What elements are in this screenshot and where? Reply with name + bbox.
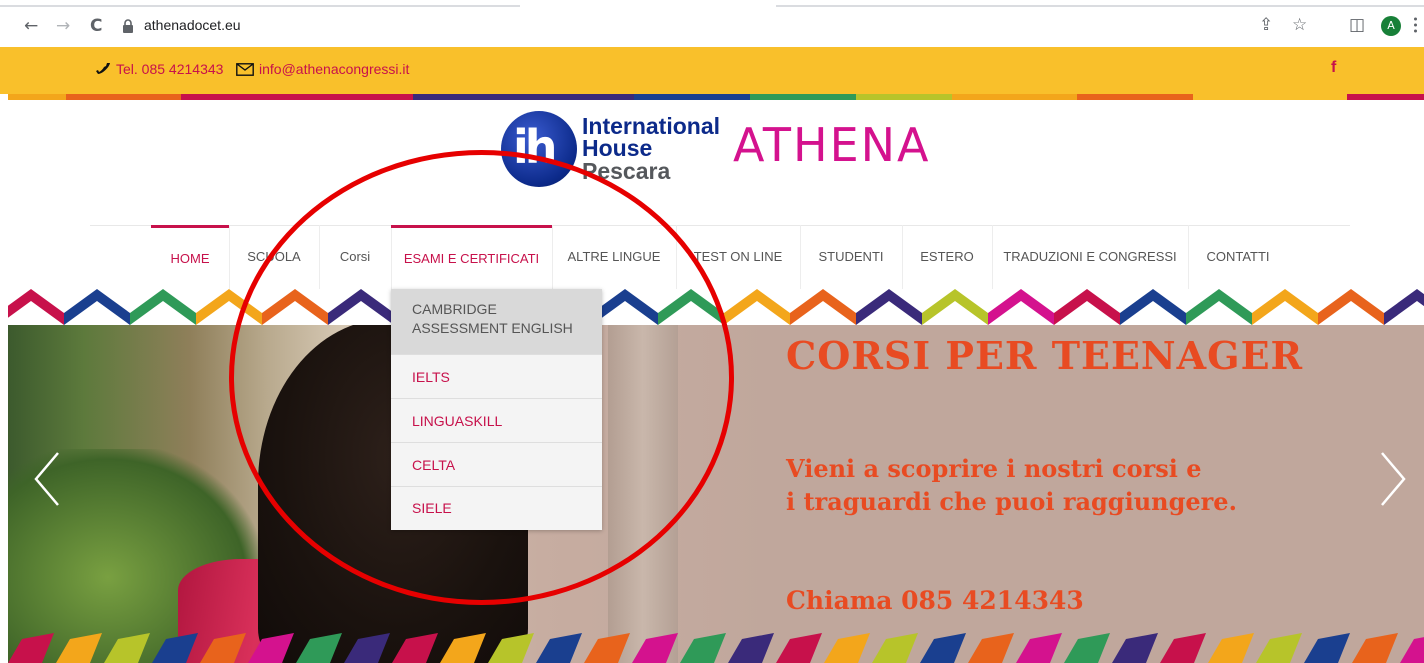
facebook-icon[interactable]: f — [1331, 59, 1336, 77]
flag-segment — [728, 633, 774, 663]
nav-estero[interactable]: ESTERO — [902, 225, 992, 289]
flag-segment — [872, 633, 918, 663]
flag-segment — [1112, 633, 1158, 663]
email-link[interactable]: info@athenacongressi.it — [236, 61, 409, 77]
color-stripes — [8, 94, 1424, 100]
logo-line-3: Pescara — [582, 158, 671, 184]
url-text: athenadocet.eu — [144, 17, 241, 33]
flag-segment — [968, 633, 1014, 663]
phone-link[interactable]: Tel. 085 4214343 — [96, 61, 223, 77]
hero-subtitle-line-1: Vieni a scoprire i nostri corsi e — [786, 454, 1202, 483]
share-icon[interactable]: ⇪ — [1259, 15, 1273, 35]
flag-segment — [1400, 637, 1424, 663]
nav-home[interactable]: HOME — [151, 225, 229, 289]
nav-contatti[interactable]: CONTATTI — [1188, 225, 1288, 289]
menu-kebab-icon[interactable] — [1414, 16, 1417, 34]
dropdown-item-label: ASSESSMENT ENGLISH — [412, 320, 573, 336]
browser-toolbar: ← → C athenadocet.eu ⇪ ☆ ◫ A — [0, 0, 1424, 46]
flag-segment — [1208, 633, 1254, 663]
flag-segment — [632, 633, 678, 663]
flag-segment — [248, 633, 294, 663]
nav-corsi[interactable]: Corsi — [319, 225, 391, 289]
flag-segment — [296, 633, 342, 663]
flag-segment — [152, 633, 198, 663]
slider-next-arrow-icon[interactable] — [1378, 451, 1408, 507]
bookmark-star-icon[interactable]: ☆ — [1292, 15, 1307, 35]
mail-icon — [236, 63, 254, 76]
address-bar[interactable]: athenadocet.eu — [122, 16, 422, 38]
back-icon[interactable]: ← — [24, 16, 38, 36]
flag-segment — [440, 633, 486, 663]
email-text: info@athenacongressi.it — [259, 61, 410, 77]
hero-title: CORSI PER TEENAGER — [786, 333, 1304, 378]
nav-test-on-line[interactable]: TEST ON LINE — [676, 225, 800, 289]
profile-avatar[interactable]: A — [1381, 16, 1401, 36]
tab-divider — [0, 5, 520, 7]
zigzag-border — [8, 289, 1424, 325]
flag-segment — [8, 633, 54, 663]
dropdown-item-siele[interactable]: SIELE — [391, 487, 602, 530]
lock-icon — [123, 19, 133, 33]
tab-strip — [0, 0, 1424, 10]
flag-segment — [344, 633, 390, 663]
nav-studenti[interactable]: STUDENTI — [800, 225, 902, 289]
flag-segment — [1304, 633, 1350, 663]
hero-subtitle-line-2: i traguardi che puoi raggiungere. — [786, 487, 1237, 516]
dropdown-item-linguaskill[interactable]: LINGUASKILL — [391, 399, 602, 443]
flag-segment — [680, 633, 726, 663]
forward-icon[interactable]: → — [56, 16, 70, 36]
hero-call-text: Chiama 085 4214343 — [786, 586, 1084, 615]
dropdown-item-cambridge[interactable]: CAMBRIDGE ASSESSMENT ENGLISH — [391, 289, 602, 355]
reload-icon[interactable]: C — [90, 16, 102, 36]
contact-bar: Tel. 085 4214343 info@athenacongressi.it… — [0, 47, 1424, 94]
ih-logo-text: ih — [513, 120, 557, 174]
flag-segment — [824, 633, 870, 663]
phone-icon — [96, 63, 110, 74]
phone-text: Tel. 085 4214343 — [116, 61, 224, 77]
dropdown-item-label: CAMBRIDGE — [412, 301, 497, 317]
esami-dropdown-menu: CAMBRIDGE ASSESSMENT ENGLISH IELTS LINGU… — [391, 289, 602, 530]
nav-scuola[interactable]: SCUOLA — [229, 225, 319, 289]
flag-segment — [920, 633, 966, 663]
side-panel-icon[interactable]: ◫ — [1349, 15, 1365, 35]
athena-logo: ATHENA — [733, 118, 931, 172]
flag-segment — [536, 633, 582, 663]
nav-altre-lingue[interactable]: ALTRE LINGUE — [552, 225, 676, 289]
flag-segment — [1016, 633, 1062, 663]
flag-segment — [1160, 633, 1206, 663]
dropdown-item-celta[interactable]: CELTA — [391, 443, 602, 487]
nav-esami-e-certificati[interactable]: ESAMI E CERTIFICATI — [391, 225, 552, 289]
flag-segment — [104, 633, 150, 663]
flag-segment — [488, 633, 534, 663]
flag-segment — [392, 633, 438, 663]
nav-traduzioni-e-congressi[interactable]: TRADUZIONI E CONGRESSI — [992, 225, 1188, 289]
flag-segment — [56, 633, 102, 663]
slider-prev-arrow-icon[interactable] — [32, 451, 62, 507]
flag-segment — [1064, 633, 1110, 663]
flag-segment — [1256, 633, 1302, 663]
main-nav: HOME SCUOLA Corsi ESAMI E CERTIFICATI AL… — [0, 225, 1424, 289]
flag-segment — [584, 633, 630, 663]
bottom-flag-strip — [8, 633, 1424, 663]
dropdown-item-ielts[interactable]: IELTS — [391, 355, 602, 399]
tab-divider — [776, 5, 1424, 7]
logo-line-2: House — [582, 135, 653, 161]
flag-segment — [776, 633, 822, 663]
flag-segment — [200, 633, 246, 663]
flag-segment — [1352, 633, 1398, 663]
logo-line-1: International — [582, 113, 721, 139]
hero-pillar — [608, 289, 678, 663]
